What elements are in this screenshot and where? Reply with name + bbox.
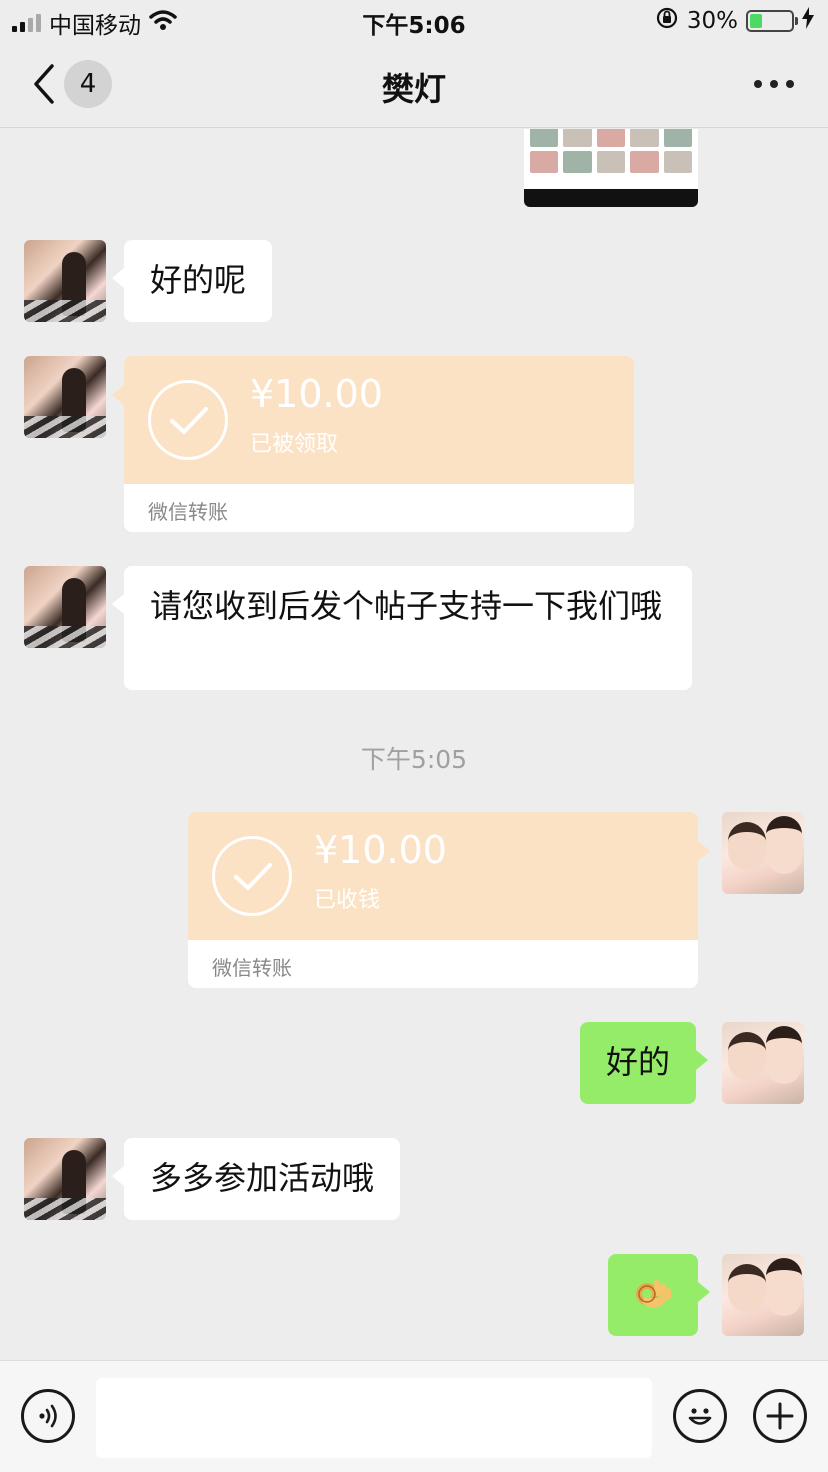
- transfer-status: 已收钱: [314, 888, 381, 913]
- check-circle-icon: [212, 836, 292, 916]
- message-input[interactable]: [96, 1378, 652, 1458]
- voice-button[interactable]: [21, 1389, 75, 1443]
- message-bubble-sent[interactable]: [608, 1254, 710, 1336]
- more-dots-icon: [754, 80, 762, 88]
- chat-header: 4 樊灯: [0, 40, 828, 128]
- transfer-amount: ¥10.00: [314, 828, 447, 872]
- contact-avatar[interactable]: [24, 1138, 106, 1220]
- battery-percent: 30%: [686, 8, 738, 34]
- message-timestamp: 下午5:05: [360, 745, 468, 774]
- image-message[interactable]: [524, 129, 698, 207]
- voice-icon: [39, 1404, 57, 1428]
- status-bar: 中国移动 下午5:06 30%: [0, 0, 828, 40]
- input-bar: [0, 1360, 828, 1472]
- contact-avatar[interactable]: [24, 566, 106, 648]
- emoji-button[interactable]: [673, 1389, 727, 1443]
- smiley-icon: [688, 1408, 712, 1425]
- ok-hand-emoji: [632, 1274, 672, 1314]
- status-right: 30%: [655, 6, 814, 36]
- transfer-label: 微信转账: [148, 500, 228, 524]
- message-bubble-received[interactable]: 请您收到后发个帖子支持一下我们哦: [112, 566, 692, 690]
- contact-avatar[interactable]: [24, 356, 106, 438]
- my-avatar[interactable]: [722, 1254, 804, 1336]
- transfer-status: 已被领取: [250, 432, 339, 457]
- battery-icon: [746, 10, 798, 32]
- transfer-card-sent[interactable]: ¥10.00 已收钱 微信转账: [188, 812, 698, 988]
- chat-title: 樊灯: [381, 70, 446, 108]
- message-bubble-received[interactable]: 多多参加活动哦: [111, 1138, 401, 1220]
- transfer-label: 微信转账: [212, 956, 292, 980]
- message-list[interactable]: 好的呢 ¥10.00 已被领取 微信转账 请您收到后发个帖子支持一下我们哦 下午…: [0, 129, 828, 1360]
- transfer-card-received[interactable]: ¥10.00 已被领取 微信转账: [124, 356, 634, 532]
- my-avatar[interactable]: [722, 1022, 804, 1104]
- more-button[interactable]: [754, 76, 794, 92]
- check-circle-icon: [148, 380, 228, 460]
- transfer-amount: ¥10.00: [250, 372, 383, 416]
- charging-icon: [802, 7, 814, 35]
- orientation-lock-icon: [655, 6, 679, 36]
- message-bubble-sent[interactable]: 好的: [580, 1022, 709, 1104]
- plus-button[interactable]: [753, 1389, 807, 1443]
- my-avatar[interactable]: [722, 812, 804, 894]
- message-bubble-received[interactable]: 好的呢: [111, 240, 273, 322]
- plus-icon: [766, 1402, 794, 1430]
- contact-avatar[interactable]: [24, 240, 106, 322]
